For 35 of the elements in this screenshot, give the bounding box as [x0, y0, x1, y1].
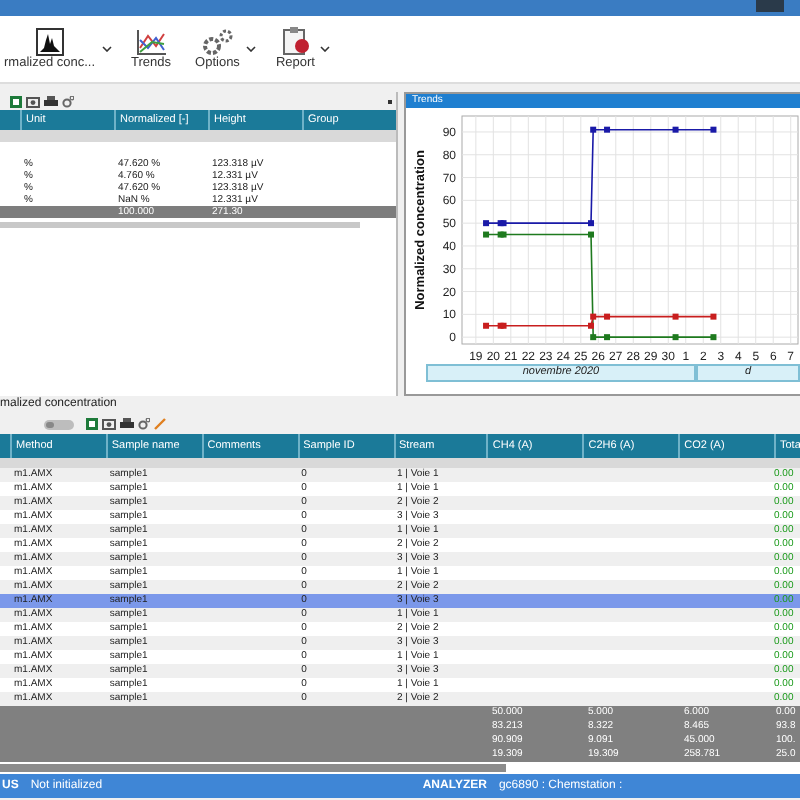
toggle-switch[interactable]	[44, 419, 74, 429]
scrollbar[interactable]	[0, 222, 360, 228]
data-point	[604, 126, 611, 133]
settings-icon[interactable]	[62, 95, 74, 107]
data-point	[590, 334, 597, 341]
print-icon[interactable]	[120, 418, 134, 430]
trend-chart-icon	[135, 27, 168, 55]
brush-icon[interactable]	[154, 418, 166, 430]
histogram-icon	[35, 27, 64, 55]
data-point	[672, 313, 679, 320]
data-point	[483, 220, 490, 227]
data-point	[604, 334, 611, 341]
camera-icon[interactable]	[102, 418, 116, 430]
print-icon[interactable]	[44, 95, 58, 107]
scrollbar[interactable]	[0, 764, 506, 772]
data-point	[588, 220, 594, 227]
caret-icon[interactable]	[245, 46, 256, 52]
data-point	[590, 126, 597, 133]
camera-icon[interactable]	[26, 95, 40, 107]
spreadsheet-icon[interactable]	[10, 95, 22, 107]
data-point	[672, 334, 679, 341]
data-point	[710, 313, 717, 320]
data-point	[604, 313, 611, 320]
settings-icon[interactable]	[138, 418, 150, 430]
data-point	[483, 322, 490, 329]
data-point	[710, 334, 717, 341]
data-point	[483, 231, 490, 238]
data-point	[672, 126, 679, 133]
gears-icon	[201, 27, 234, 55]
data-point	[588, 231, 594, 238]
report-icon	[281, 26, 310, 56]
caret-icon[interactable]	[320, 46, 331, 52]
spreadsheet-icon[interactable]	[86, 418, 98, 430]
caret-icon[interactable]	[101, 46, 112, 52]
data-point	[710, 126, 717, 133]
